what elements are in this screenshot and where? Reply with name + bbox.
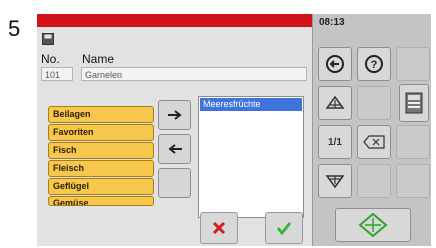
name-field[interactable]: Garnelen	[81, 67, 307, 81]
page-down-button[interactable]	[318, 164, 352, 198]
circle-question-icon: ?	[365, 55, 383, 73]
list-item[interactable]: Meeresfrüchte	[200, 98, 302, 111]
add-button[interactable]	[158, 100, 191, 130]
category-item[interactable]: Fisch	[48, 142, 154, 159]
blank-button[interactable]	[158, 168, 191, 198]
empty-key[interactable]	[396, 47, 430, 81]
left-arrow-icon	[167, 144, 182, 154]
empty-key[interactable]	[396, 164, 430, 198]
selected-list[interactable]: Meeresfrüchte	[198, 96, 304, 218]
down-arrow-icon	[325, 175, 345, 189]
save-icon[interactable]	[42, 33, 54, 45]
control-panel: 08:13 ? 1/1	[312, 14, 431, 246]
category-item[interactable]: Favoriten	[48, 124, 154, 141]
number-label: No.	[41, 52, 60, 66]
page-indicator: 1/1	[318, 125, 352, 159]
header-bar	[37, 14, 312, 27]
number-field[interactable]: 101	[41, 67, 73, 81]
backspace-icon	[363, 135, 385, 149]
confirm-button[interactable]	[265, 212, 303, 244]
edit-panel: No. Name 101 Garnelen Beilagen Favoriten…	[37, 14, 312, 246]
device-screen: No. Name 101 Garnelen Beilagen Favoriten…	[37, 14, 431, 246]
backspace-button[interactable]	[357, 125, 391, 159]
red-x-icon	[212, 221, 226, 235]
circle-left-arrow-icon	[326, 55, 344, 73]
category-item[interactable]: Gemüse	[48, 196, 154, 206]
cancel-button[interactable]	[200, 212, 238, 244]
name-label: Name	[82, 52, 115, 66]
empty-key[interactable]	[396, 125, 430, 159]
right-arrow-icon	[167, 110, 182, 120]
green-diamond-icon	[358, 213, 388, 237]
svg-text:?: ?	[371, 59, 378, 71]
up-arrow-icon	[325, 95, 345, 109]
empty-key[interactable]	[357, 86, 391, 120]
clock: 08:13	[319, 17, 345, 28]
remove-button[interactable]	[158, 134, 191, 164]
empty-key[interactable]	[357, 164, 391, 198]
category-item[interactable]: Geflügel	[48, 178, 154, 195]
green-check-icon	[276, 222, 292, 235]
category-item[interactable]: Beilagen	[48, 106, 154, 123]
start-button[interactable]	[335, 208, 411, 242]
category-item[interactable]: Fleisch	[48, 160, 154, 177]
page-up-button[interactable]	[318, 86, 352, 120]
back-button[interactable]	[318, 47, 352, 81]
calculator-button[interactable]	[399, 84, 429, 122]
calculator-icon	[405, 92, 423, 114]
step-number: 5	[8, 16, 21, 41]
help-button[interactable]: ?	[357, 47, 391, 81]
